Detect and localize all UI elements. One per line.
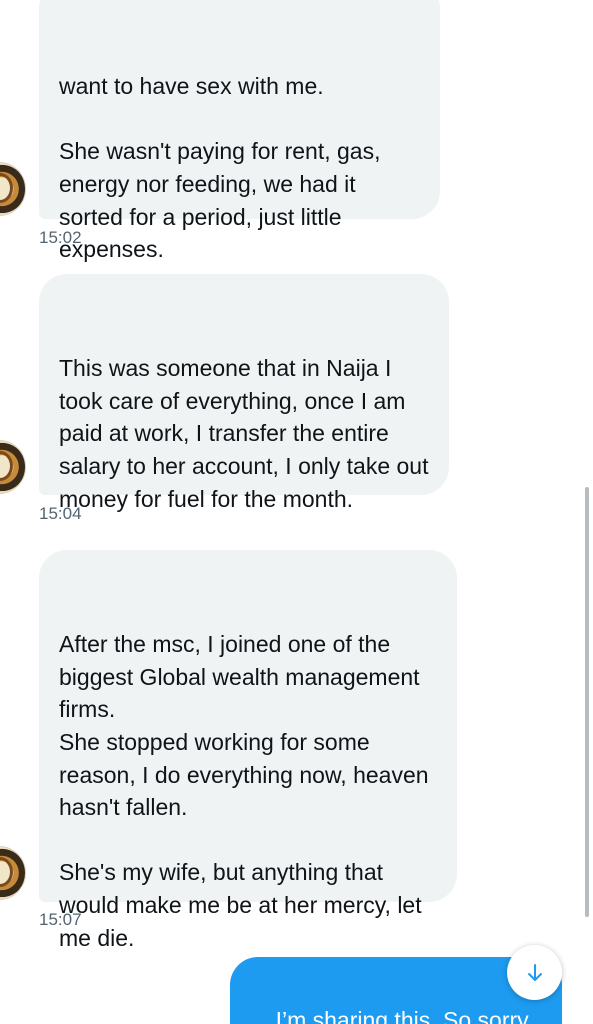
scrollbar[interactable]	[585, 487, 589, 917]
message-text: I’m sharing this. So sorry. Unbelievable	[275, 1007, 534, 1024]
message-timestamp: 15:02	[39, 228, 82, 247]
avatar[interactable]	[0, 162, 26, 216]
arrow-down-icon	[525, 963, 545, 983]
dm-conversation: want to have sex with me. She wasn't pay…	[0, 0, 593, 1024]
avatar[interactable]	[0, 846, 26, 900]
scroll-to-bottom-button[interactable]	[507, 945, 562, 1000]
message-text: want to have sex with me. She wasn't pay…	[59, 73, 381, 263]
message-timestamp: 15:04	[39, 504, 82, 523]
received-message-bubble[interactable]: After the msc, I joined one of the bigge…	[39, 550, 457, 951]
message-timestamp: 15:07	[39, 910, 82, 929]
received-message-bubble[interactable]: want to have sex with me. She wasn't pay…	[39, 0, 440, 262]
received-message-bubble[interactable]: This was someone that in Naija I took ca…	[39, 274, 449, 512]
message-text: This was someone that in Naija I took ca…	[59, 355, 435, 512]
avatar[interactable]	[0, 440, 26, 494]
message-text: After the msc, I joined one of the bigge…	[59, 631, 429, 951]
